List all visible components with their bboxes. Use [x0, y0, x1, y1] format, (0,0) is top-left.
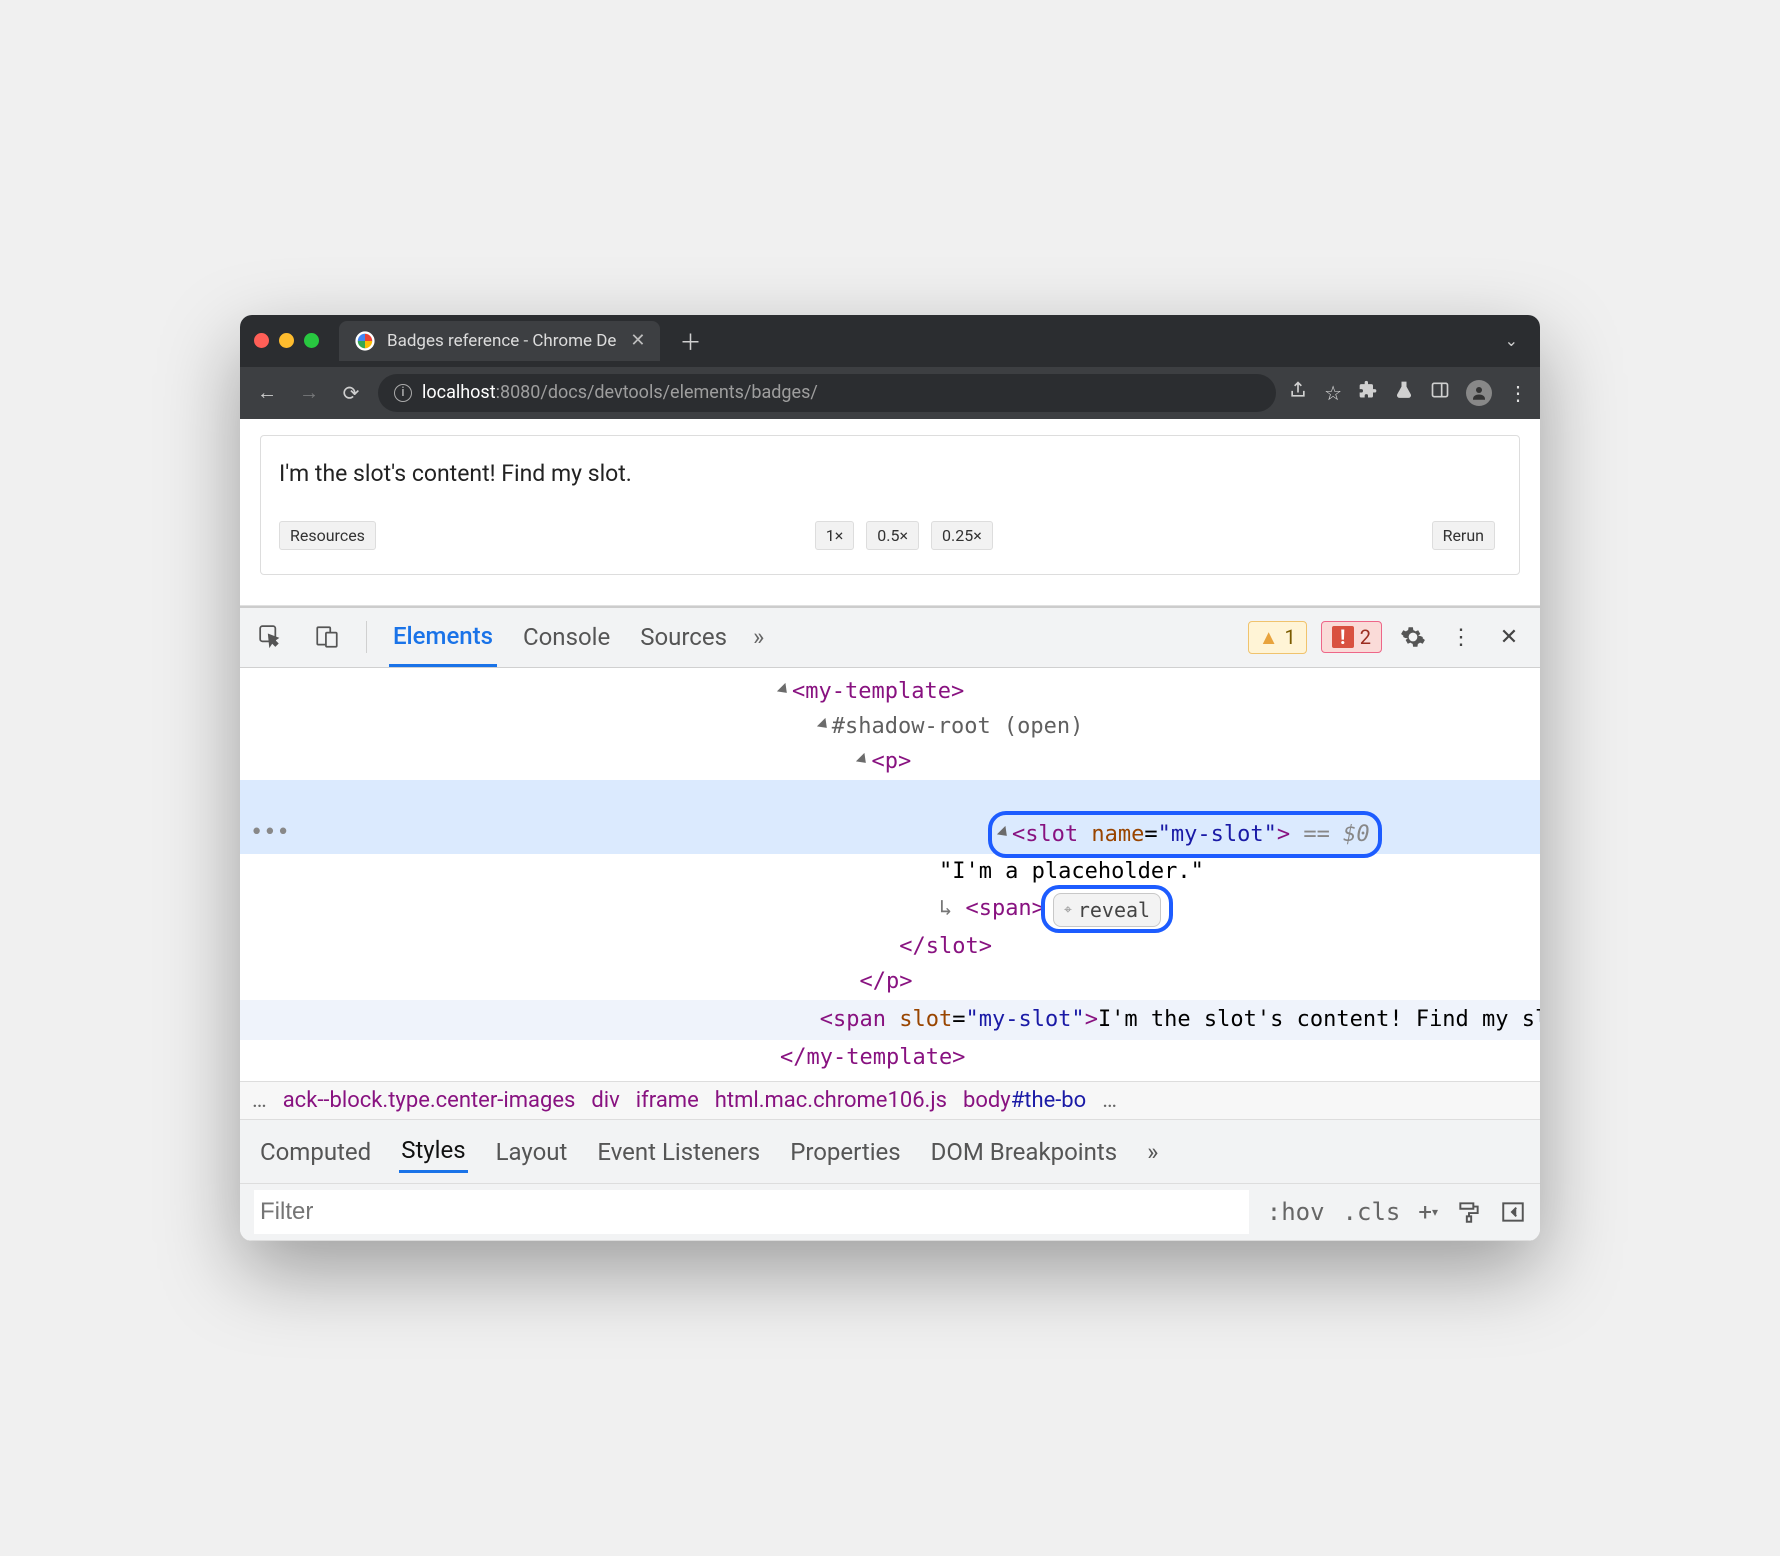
settings-icon[interactable] — [1396, 620, 1430, 654]
hov-toggle[interactable]: :hov — [1267, 1198, 1325, 1226]
tab-strip: Badges reference - Chrome De ✕ ＋ ⌄ — [240, 315, 1540, 367]
subtab-more[interactable]: » — [1145, 1132, 1160, 1172]
rerun-button[interactable]: Rerun — [1432, 521, 1495, 550]
zoom-025x[interactable]: 0.25× — [931, 521, 993, 550]
url-input[interactable]: i localhost:8080/docs/devtools/elements/… — [378, 374, 1276, 412]
subtab-layout[interactable]: Layout — [494, 1132, 570, 1172]
breadcrumb-left-dots[interactable]: … — [252, 1088, 267, 1113]
demo-toolbar: Resources 1× 0.5× 0.25× Rerun — [279, 521, 1501, 550]
devtools-panel: Elements Console Sources » ▲1 !2 ⋮ ✕ <my… — [240, 606, 1540, 1241]
share-icon[interactable] — [1288, 380, 1308, 405]
browser-window: Badges reference - Chrome De ✕ ＋ ⌄ ← → ⟳… — [240, 315, 1540, 1241]
dom-breadcrumb[interactable]: … ack--block.type.center-images div ifra… — [240, 1081, 1540, 1120]
forward-icon[interactable]: → — [294, 380, 324, 405]
panel-icon[interactable] — [1430, 380, 1450, 405]
more-tabs-icon[interactable]: » — [753, 623, 764, 651]
back-icon[interactable]: ← — [252, 380, 282, 405]
close-devtools-icon[interactable]: ✕ — [1492, 620, 1526, 654]
close-window-icon[interactable] — [254, 333, 269, 348]
errors-badge[interactable]: !2 — [1321, 621, 1382, 653]
selected-row[interactable]: ••• <slot name="my-slot"> == $0 — [240, 780, 1540, 854]
window-controls — [254, 333, 319, 348]
devtools-tabbar: Elements Console Sources » ▲1 !2 ⋮ ✕ — [240, 608, 1540, 668]
toggle-sidebar-icon[interactable] — [1500, 1199, 1526, 1225]
labs-icon[interactable] — [1394, 380, 1414, 405]
styles-filter-input[interactable] — [254, 1190, 1249, 1234]
browser-tab[interactable]: Badges reference - Chrome De ✕ — [339, 321, 660, 361]
subtab-computed[interactable]: Computed — [258, 1132, 373, 1172]
new-tab-button[interactable]: ＋ — [670, 325, 712, 357]
address-bar: ← → ⟳ i localhost:8080/docs/devtools/ele… — [240, 367, 1540, 419]
warnings-badge[interactable]: ▲1 — [1248, 621, 1307, 654]
tab-console[interactable]: Console — [519, 609, 614, 665]
url-host: localhost — [422, 382, 496, 403]
maximize-window-icon[interactable] — [304, 333, 319, 348]
subtab-properties[interactable]: Properties — [788, 1132, 902, 1172]
profile-avatar-icon[interactable] — [1466, 380, 1492, 406]
zoom-05x[interactable]: 0.5× — [866, 521, 919, 550]
demo-box: I'm the slot's content! Find my slot. Re… — [260, 435, 1520, 575]
close-tab-icon[interactable]: ✕ — [630, 330, 645, 351]
device-toggle-icon[interactable] — [310, 620, 344, 654]
extensions-icon[interactable] — [1358, 380, 1378, 405]
demo-text: I'm the slot's content! Find my slot. — [279, 460, 1501, 487]
zoom-1x[interactable]: 1× — [815, 521, 855, 550]
tab-sources[interactable]: Sources — [636, 609, 731, 665]
styles-subtabs: Computed Styles Layout Event Listeners P… — [240, 1120, 1540, 1184]
minimize-window-icon[interactable] — [279, 333, 294, 348]
tabs-dropdown-icon[interactable]: ⌄ — [1497, 331, 1526, 350]
bookmark-icon[interactable]: ☆ — [1324, 381, 1342, 405]
reveal-badge[interactable]: ⌖reveal — [1053, 893, 1161, 927]
menu-icon[interactable]: ⋮ — [1508, 381, 1528, 405]
cls-toggle[interactable]: .cls — [1343, 1198, 1401, 1226]
page-content: I'm the slot's content! Find my slot. Re… — [240, 419, 1540, 606]
toolbar-icons: ☆ ⋮ — [1288, 380, 1528, 406]
new-style-rule-icon[interactable]: +▾ — [1418, 1198, 1438, 1226]
resources-button[interactable]: Resources — [279, 521, 376, 550]
subtab-styles[interactable]: Styles — [399, 1130, 467, 1173]
tab-title: Badges reference - Chrome De — [387, 331, 616, 351]
chrome-icon — [355, 331, 374, 350]
inspect-icon[interactable] — [254, 620, 288, 654]
subtab-dom-breakpoints[interactable]: DOM Breakpoints — [929, 1132, 1119, 1172]
reload-icon[interactable]: ⟳ — [336, 381, 366, 405]
tab-elements[interactable]: Elements — [389, 608, 497, 667]
row-actions-icon[interactable]: ••• — [250, 815, 290, 850]
styles-filter-row: :hov .cls +▾ — [240, 1184, 1540, 1241]
breadcrumb-right-dots[interactable]: … — [1102, 1088, 1117, 1113]
dom-tree[interactable]: <my-template> #shadow-root (open) <p> ••… — [240, 668, 1540, 1081]
paint-icon[interactable] — [1456, 1199, 1482, 1225]
site-info-icon[interactable]: i — [394, 384, 412, 402]
subtab-event-listeners[interactable]: Event Listeners — [595, 1132, 762, 1172]
kebab-icon[interactable]: ⋮ — [1444, 620, 1478, 654]
